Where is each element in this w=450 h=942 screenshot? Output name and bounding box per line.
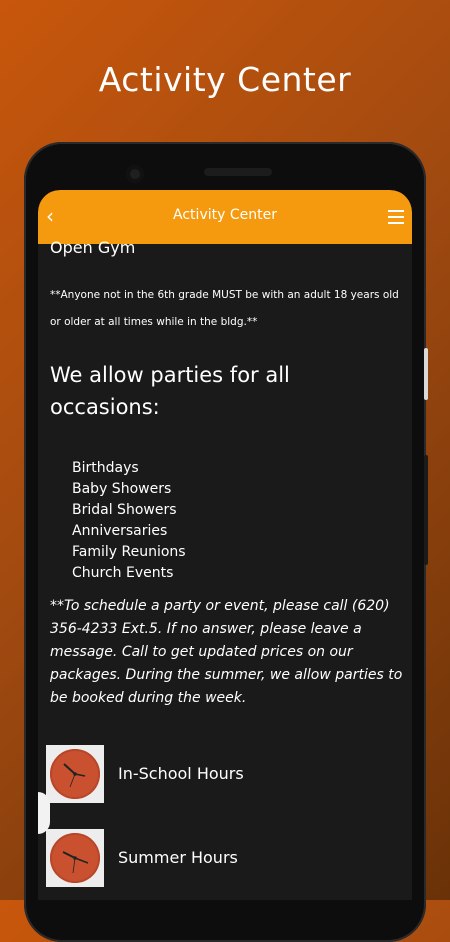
clock-icon bbox=[50, 749, 100, 799]
clock-icon bbox=[50, 833, 100, 883]
phone-volume-button bbox=[424, 455, 428, 565]
camera-icon bbox=[126, 165, 144, 183]
promo-title: Activity Center bbox=[98, 60, 352, 99]
party-types-list: Birthdays Baby Showers Bridal Showers An… bbox=[72, 458, 186, 584]
list-item: Birthdays bbox=[72, 460, 139, 476]
section-heading: Open Gym bbox=[50, 238, 136, 257]
list-item: Bridal Showers bbox=[72, 502, 177, 518]
schedule-note: **To schedule a party or event, please c… bbox=[50, 598, 403, 706]
list-item: Baby Showers bbox=[72, 481, 172, 497]
card-label: In-School Hours bbox=[118, 764, 244, 783]
parties-heading: We allow parties for all occasions: bbox=[50, 363, 290, 419]
age-requirement-note: **Anyone not in the 6th grade MUST be wi… bbox=[50, 289, 399, 328]
app-bar-title: Activity Center bbox=[173, 207, 277, 223]
in-school-hours-card[interactable]: In-School Hours bbox=[46, 745, 366, 805]
app-bar: ‹ Activity Center bbox=[38, 190, 412, 244]
content-area[interactable]: Open Gym **Anyone not in the 6th grade M… bbox=[38, 238, 412, 900]
card-label: Summer Hours bbox=[118, 848, 238, 867]
app-screen: ‹ Activity Center Open Gym **Anyone not … bbox=[38, 190, 412, 900]
speaker-grille bbox=[204, 168, 272, 176]
phone-side-button bbox=[424, 348, 428, 400]
summer-hours-card[interactable]: Summer Hours bbox=[46, 829, 366, 889]
list-item: Family Reunions bbox=[72, 544, 186, 560]
list-item: Anniversaries bbox=[72, 523, 168, 539]
side-drawer-handle[interactable] bbox=[38, 792, 50, 834]
list-item: Church Events bbox=[72, 565, 174, 581]
hamburger-menu-icon[interactable] bbox=[388, 210, 404, 224]
clock-thumbnail bbox=[46, 745, 104, 803]
clock-thumbnail bbox=[46, 829, 104, 887]
